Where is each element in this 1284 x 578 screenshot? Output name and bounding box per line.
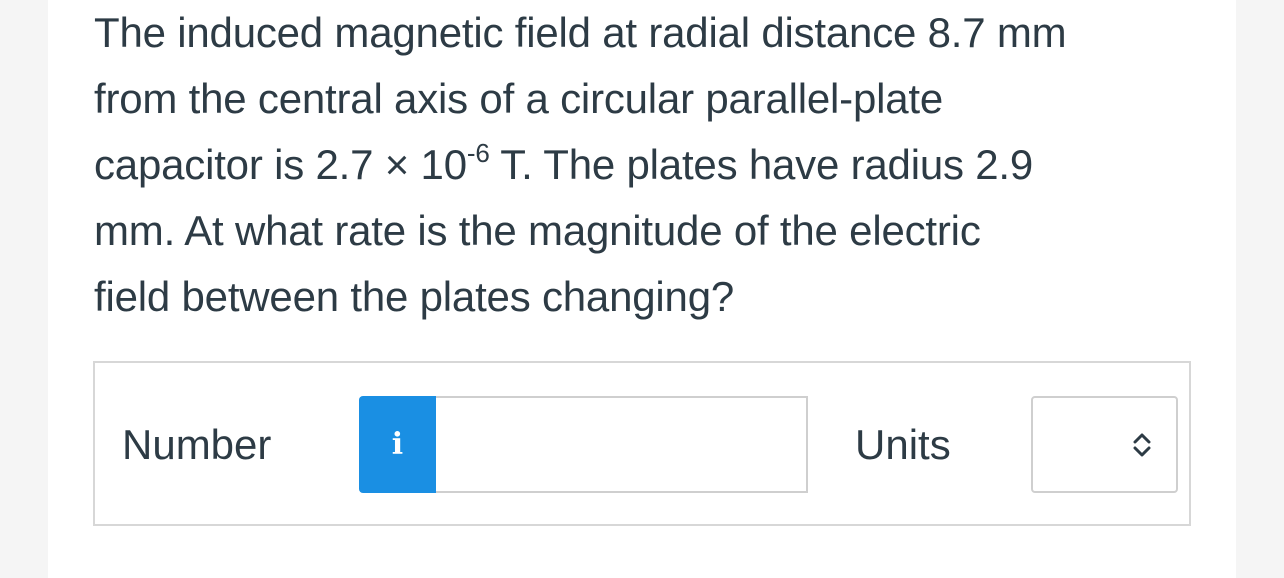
question-exponent: -6 xyxy=(466,138,490,168)
question-text: The induced magnetic field at radial dis… xyxy=(94,0,1214,330)
info-button[interactable]: i xyxy=(359,396,436,493)
question-card: The induced magnetic field at radial dis… xyxy=(48,0,1236,578)
units-select[interactable] xyxy=(1031,396,1178,493)
question-line-1: The induced magnetic field at radial dis… xyxy=(94,9,1067,56)
question-line-4: mm. At what rate is the magnitude of the… xyxy=(94,207,981,254)
question-line-2: from the central axis of a circular para… xyxy=(94,75,944,122)
question-line-3a: capacitor is 2.7 × 10 xyxy=(94,141,467,188)
info-icon: i xyxy=(391,426,404,462)
question-line-3b: T. The plates have radius 2.9 xyxy=(489,141,1034,188)
answer-box: Number i Units xyxy=(93,361,1191,526)
units-label: Units xyxy=(855,421,951,468)
number-label: Number xyxy=(122,421,272,468)
number-input[interactable] xyxy=(436,396,808,493)
chevron-up-down-icon xyxy=(1133,433,1151,457)
question-line-5: field between the plates changing? xyxy=(94,273,735,320)
